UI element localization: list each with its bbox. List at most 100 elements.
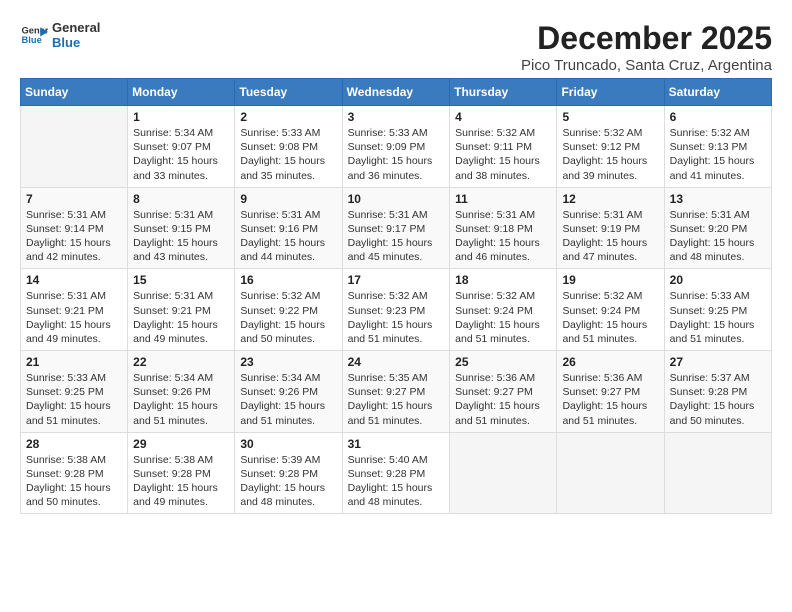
day-info: Sunrise: 5:32 AMSunset: 9:24 PMDaylight:… (455, 289, 551, 346)
calendar-cell: 30Sunrise: 5:39 AMSunset: 9:28 PMDayligh… (235, 432, 342, 514)
calendar-cell: 5 Sunrise: 5:32 AMSunset: 9:12 PMDaylight… (557, 106, 664, 188)
calendar-cell (557, 432, 664, 514)
day-number: 14 (26, 273, 122, 287)
day-info: Sunrise: 5:32 AMSunset: 9:11 PMDaylight:… (455, 126, 551, 183)
week-row-5: 28 Sunrise: 5:38 AMSunset: 9:28 PMDayligh… (21, 432, 772, 514)
calendar-cell: 16Sunrise: 5:32 AMSunset: 9:22 PMDayligh… (235, 269, 342, 351)
title-area: December 2025 Pico Truncado, Santa Cruz,… (521, 20, 772, 74)
week-row-4: 21Sunrise: 5:33 AMSunset: 9:25 PMDayligh… (21, 351, 772, 433)
day-number: 31 (348, 437, 445, 451)
day-info: Sunrise: 5:32 AMSunset: 9:12 PMDaylight:… (562, 126, 658, 183)
day-number: 2 (240, 110, 336, 124)
header-day-friday: Friday (557, 79, 664, 106)
main-title: December 2025 (521, 20, 772, 57)
calendar-cell: 4 Sunrise: 5:32 AMSunset: 9:11 PMDaylight… (450, 106, 557, 188)
day-number: 10 (348, 192, 445, 206)
day-info: Sunrise: 5:35 AMSunset: 9:27 PMDaylight:… (348, 371, 445, 428)
day-info: Sunrise: 5:37 AMSunset: 9:28 PMDaylight:… (670, 371, 766, 428)
day-number: 20 (670, 273, 766, 287)
calendar-cell: 14Sunrise: 5:31 AMSunset: 9:21 PMDayligh… (21, 269, 128, 351)
calendar-cell: 27 Sunrise: 5:37 AMSunset: 9:28 PMDayligh… (664, 351, 771, 433)
calendar-cell: 20Sunrise: 5:33 AMSunset: 9:25 PMDayligh… (664, 269, 771, 351)
day-info: Sunrise: 5:31 AMSunset: 9:20 PMDaylight:… (670, 208, 766, 265)
day-number: 4 (455, 110, 551, 124)
day-number: 19 (562, 273, 658, 287)
day-info: Sunrise: 5:38 AMSunset: 9:28 PMDaylight:… (133, 453, 229, 510)
day-info: Sunrise: 5:32 AMSunset: 9:13 PMDaylight:… (670, 126, 766, 183)
day-number: 24 (348, 355, 445, 369)
day-number: 25 (455, 355, 551, 369)
calendar-cell (21, 106, 128, 188)
calendar-cell (450, 432, 557, 514)
day-info: Sunrise: 5:31 AMSunset: 9:14 PMDaylight:… (26, 208, 122, 265)
calendar-cell: 8 Sunrise: 5:31 AMSunset: 9:15 PMDaylight… (128, 187, 235, 269)
svg-text:Blue: Blue (22, 35, 42, 45)
calendar-cell: 7 Sunrise: 5:31 AMSunset: 9:14 PMDaylight… (21, 187, 128, 269)
calendar-cell: 11 Sunrise: 5:31 AMSunset: 9:18 PMDayligh… (450, 187, 557, 269)
day-info: Sunrise: 5:32 AMSunset: 9:24 PMDaylight:… (562, 289, 658, 346)
calendar-cell: 2 Sunrise: 5:33 AMSunset: 9:08 PMDaylight… (235, 106, 342, 188)
calendar-cell: 29 Sunrise: 5:38 AMSunset: 9:28 PMDayligh… (128, 432, 235, 514)
day-info: Sunrise: 5:31 AMSunset: 9:16 PMDaylight:… (240, 208, 336, 265)
day-info: Sunrise: 5:31 AMSunset: 9:15 PMDaylight:… (133, 208, 229, 265)
calendar-cell: 26 Sunrise: 5:36 AMSunset: 9:27 PMDayligh… (557, 351, 664, 433)
day-number: 15 (133, 273, 229, 287)
calendar-cell: 25Sunrise: 5:36 AMSunset: 9:27 PMDayligh… (450, 351, 557, 433)
day-number: 26 (562, 355, 658, 369)
day-info: Sunrise: 5:31 AMSunset: 9:17 PMDaylight:… (348, 208, 445, 265)
day-info: Sunrise: 5:33 AMSunset: 9:08 PMDaylight:… (240, 126, 336, 183)
header-day-thursday: Thursday (450, 79, 557, 106)
day-number: 27 (670, 355, 766, 369)
day-info: Sunrise: 5:32 AMSunset: 9:22 PMDaylight:… (240, 289, 336, 346)
day-info: Sunrise: 5:34 AMSunset: 9:07 PMDaylight:… (133, 126, 229, 183)
calendar-cell: 9 Sunrise: 5:31 AMSunset: 9:16 PMDaylight… (235, 187, 342, 269)
day-number: 7 (26, 192, 122, 206)
calendar-cell: 22Sunrise: 5:34 AMSunset: 9:26 PMDayligh… (128, 351, 235, 433)
page-header: General Blue General Blue December 2025 … (20, 20, 772, 74)
header-day-monday: Monday (128, 79, 235, 106)
calendar-cell: 19 Sunrise: 5:32 AMSunset: 9:24 PMDayligh… (557, 269, 664, 351)
calendar-cell: 15Sunrise: 5:31 AMSunset: 9:21 PMDayligh… (128, 269, 235, 351)
calendar-cell: 1 Sunrise: 5:34 AMSunset: 9:07 PMDaylight… (128, 106, 235, 188)
day-info: Sunrise: 5:33 AMSunset: 9:09 PMDaylight:… (348, 126, 445, 183)
day-number: 28 (26, 437, 122, 451)
calendar-cell: 18 Sunrise: 5:32 AMSunset: 9:24 PMDayligh… (450, 269, 557, 351)
calendar-cell: 3 Sunrise: 5:33 AMSunset: 9:09 PMDaylight… (342, 106, 450, 188)
calendar-cell: 31 Sunrise: 5:40 AMSunset: 9:28 PMDayligh… (342, 432, 450, 514)
day-number: 9 (240, 192, 336, 206)
calendar-cell: 17Sunrise: 5:32 AMSunset: 9:23 PMDayligh… (342, 269, 450, 351)
day-number: 3 (348, 110, 445, 124)
calendar-table: SundayMondayTuesdayWednesdayThursdayFrid… (20, 78, 772, 514)
day-info: Sunrise: 5:36 AMSunset: 9:27 PMDaylight:… (562, 371, 658, 428)
calendar-cell: 21Sunrise: 5:33 AMSunset: 9:25 PMDayligh… (21, 351, 128, 433)
day-number: 17 (348, 273, 445, 287)
logo-line2: Blue (52, 35, 100, 50)
day-number: 8 (133, 192, 229, 206)
day-info: Sunrise: 5:31 AMSunset: 9:19 PMDaylight:… (562, 208, 658, 265)
day-number: 11 (455, 192, 551, 206)
calendar-cell: 23 Sunrise: 5:34 AMSunset: 9:26 PMDayligh… (235, 351, 342, 433)
day-number: 13 (670, 192, 766, 206)
calendar-cell: 6 Sunrise: 5:32 AMSunset: 9:13 PMDaylight… (664, 106, 771, 188)
calendar-cell: 12Sunrise: 5:31 AMSunset: 9:19 PMDayligh… (557, 187, 664, 269)
day-number: 29 (133, 437, 229, 451)
day-number: 5 (562, 110, 658, 124)
day-number: 1 (133, 110, 229, 124)
day-info: Sunrise: 5:34 AMSunset: 9:26 PMDaylight:… (240, 371, 336, 428)
logo-line1: General (52, 20, 100, 35)
day-number: 21 (26, 355, 122, 369)
header-day-wednesday: Wednesday (342, 79, 450, 106)
day-info: Sunrise: 5:31 AMSunset: 9:18 PMDaylight:… (455, 208, 551, 265)
day-info: Sunrise: 5:38 AMSunset: 9:28 PMDaylight:… (26, 453, 122, 510)
day-info: Sunrise: 5:40 AMSunset: 9:28 PMDaylight:… (348, 453, 445, 510)
day-info: Sunrise: 5:39 AMSunset: 9:28 PMDaylight:… (240, 453, 336, 510)
calendar-cell (664, 432, 771, 514)
day-number: 18 (455, 273, 551, 287)
logo-area: General Blue General Blue (20, 20, 100, 50)
day-number: 23 (240, 355, 336, 369)
day-number: 6 (670, 110, 766, 124)
calendar-cell: 13 Sunrise: 5:31 AMSunset: 9:20 PMDayligh… (664, 187, 771, 269)
day-number: 22 (133, 355, 229, 369)
calendar-cell: 24 Sunrise: 5:35 AMSunset: 9:27 PMDayligh… (342, 351, 450, 433)
week-row-1: 1 Sunrise: 5:34 AMSunset: 9:07 PMDaylight… (21, 106, 772, 188)
